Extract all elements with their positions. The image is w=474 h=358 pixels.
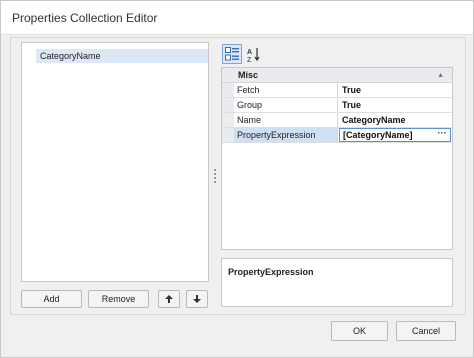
property-row-fetch[interactable]: Fetch True: [222, 83, 452, 98]
ellipsis-button[interactable]: ···: [435, 129, 449, 141]
sort-alphabetical-icon: A Z: [247, 48, 260, 63]
alphabetical-sort-button[interactable]: A Z: [244, 44, 264, 64]
description-title: PropertyExpression: [228, 267, 314, 277]
description-splitter-grip[interactable]: [326, 252, 346, 260]
property-value[interactable]: CategoryName: [339, 113, 451, 127]
property-name: PropertyExpression: [234, 128, 338, 142]
property-value: [CategoryName]: [343, 130, 413, 140]
categorized-view-button[interactable]: [222, 44, 242, 64]
category-row-misc[interactable]: Misc ▲: [222, 68, 452, 83]
property-row-name[interactable]: Name CategoryName: [222, 113, 452, 128]
list-item[interactable]: CategoryName: [36, 49, 208, 63]
property-value[interactable]: True: [339, 83, 451, 97]
move-up-button[interactable]: [158, 290, 180, 308]
collection-list[interactable]: CategoryName: [21, 42, 209, 282]
window-title: Properties Collection Editor: [12, 11, 158, 25]
splitter-grip[interactable]: [212, 168, 218, 186]
collapse-icon[interactable]: ▲: [437, 72, 444, 79]
property-row-propertyexpression[interactable]: PropertyExpression [CategoryName] ···: [222, 128, 452, 143]
property-name: Group: [234, 98, 338, 112]
property-value[interactable]: True: [339, 98, 451, 112]
title-bar: Properties Collection Editor: [1, 1, 473, 35]
svg-text:A: A: [247, 49, 252, 56]
arrow-down-icon: [193, 295, 201, 303]
remove-button[interactable]: Remove: [88, 290, 149, 308]
ok-button[interactable]: OK: [331, 321, 388, 341]
category-label: Misc: [238, 70, 259, 80]
move-down-button[interactable]: [186, 290, 208, 308]
arrow-up-icon: [165, 295, 173, 303]
property-value-editor[interactable]: [CategoryName] ···: [339, 128, 451, 142]
cancel-button[interactable]: Cancel: [396, 321, 456, 341]
add-button[interactable]: Add: [21, 290, 82, 308]
property-grid[interactable]: Misc ▲ Fetch True Group True Name Catego…: [221, 67, 453, 250]
description-panel: PropertyExpression: [221, 258, 453, 307]
categorized-view-icon: [225, 47, 239, 61]
property-name: Fetch: [234, 83, 338, 97]
property-row-group[interactable]: Group True: [222, 98, 452, 113]
property-name: Name: [234, 113, 338, 127]
svg-text:Z: Z: [247, 57, 252, 63]
